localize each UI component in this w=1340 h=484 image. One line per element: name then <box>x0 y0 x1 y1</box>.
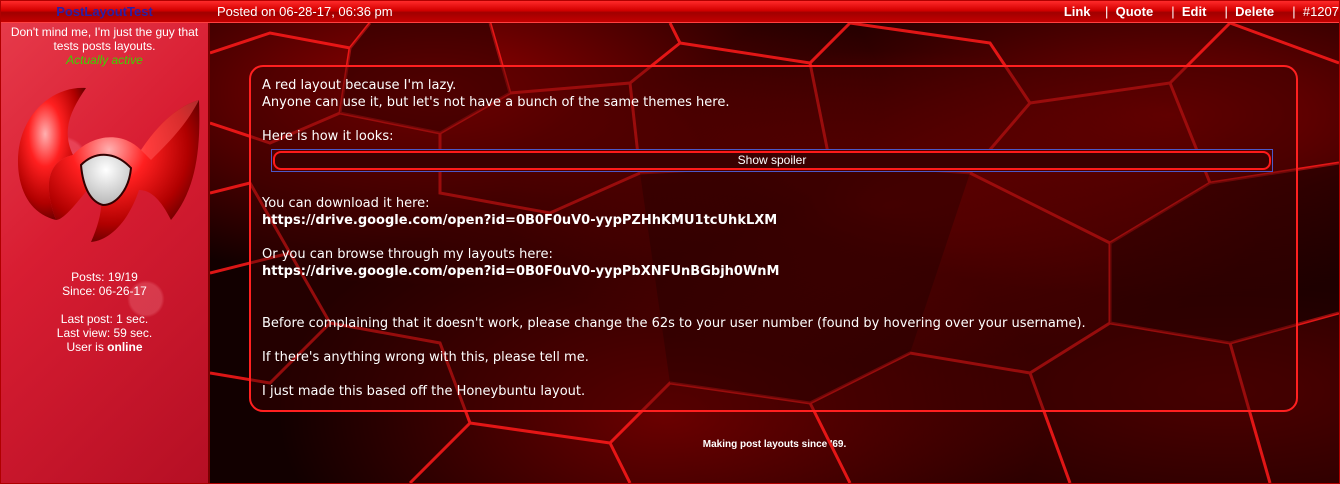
spoiler-container: Show spoiler <box>271 149 1273 172</box>
separator: | <box>1094 4 1112 19</box>
post-text-line: I just made this based off the Honeybunt… <box>262 384 586 399</box>
username-link[interactable]: PostLayoutTest <box>1 1 208 22</box>
user-tagline: Don't mind me, I'm just the guy that tes… <box>10 25 199 53</box>
post-content: A red layout because I'm lazy. Anyone ca… <box>210 23 1339 483</box>
last-view: Last view: 59 sec. <box>56 326 153 340</box>
online-label: online <box>107 340 143 354</box>
post-text-line: Anyone can use it, but let's not have a … <box>262 95 730 110</box>
delete-button[interactable]: Delete <box>1235 1 1274 22</box>
post-text-line: A red layout because I'm lazy. <box>262 78 457 93</box>
separator: | <box>1277 4 1300 19</box>
edit-button[interactable]: Edit <box>1182 1 1207 22</box>
post-text-line: You can download it here: <box>262 196 430 211</box>
post-text-line: Or you can browse through my layouts her… <box>262 247 553 262</box>
download-link[interactable]: https://drive.google.com/open?id=0B0F0uV… <box>262 213 777 228</box>
red-m-logo-icon <box>17 87 200 242</box>
show-spoiler-button[interactable]: Show spoiler <box>273 151 1271 170</box>
quote-button[interactable]: Quote <box>1116 1 1154 22</box>
separator: | <box>1210 4 1232 19</box>
post-number-link[interactable]: #1207 <box>1303 1 1339 22</box>
separator: | <box>1156 4 1179 19</box>
post-date: Posted on 06-28-17, 06:36 pm <box>217 4 393 19</box>
post-signature: Making post layouts since '69. <box>702 439 847 450</box>
post-count: Posts: 19/19 <box>71 270 138 284</box>
user-sidebar: Don't mind me, I'm just the guy that tes… <box>1 23 210 483</box>
post-header: PostLayoutTest Posted on 06-28-17, 06:36… <box>1 1 1339 23</box>
post-actions: Link | Quote | Edit | Delete | #1207 <box>1064 1 1339 22</box>
post-text-line: If there's anything wrong with this, ple… <box>262 350 589 365</box>
post-body-box: A red layout because I'm lazy. Anyone ca… <box>249 65 1298 412</box>
post-text-line: Here is how it looks: <box>262 129 394 144</box>
post-frame: PostLayoutTest Posted on 06-28-17, 06:36… <box>0 0 1340 484</box>
post-text-line: Before complaining that it doesn't work,… <box>262 316 1086 331</box>
user-status: Actually active <box>66 53 143 67</box>
link-button[interactable]: Link <box>1064 1 1091 22</box>
last-post: Last post: 1 sec. <box>60 312 149 326</box>
online-status: User is online <box>1 340 208 354</box>
browse-link[interactable]: https://drive.google.com/open?id=0B0F0uV… <box>262 264 779 279</box>
user-stats: Posts: 19/19 Since: 06-26-17 Last post: … <box>1 270 208 354</box>
registered-since: Since: 06-26-17 <box>62 284 147 298</box>
avatar <box>17 87 200 242</box>
user-is-label: User is <box>66 340 108 354</box>
